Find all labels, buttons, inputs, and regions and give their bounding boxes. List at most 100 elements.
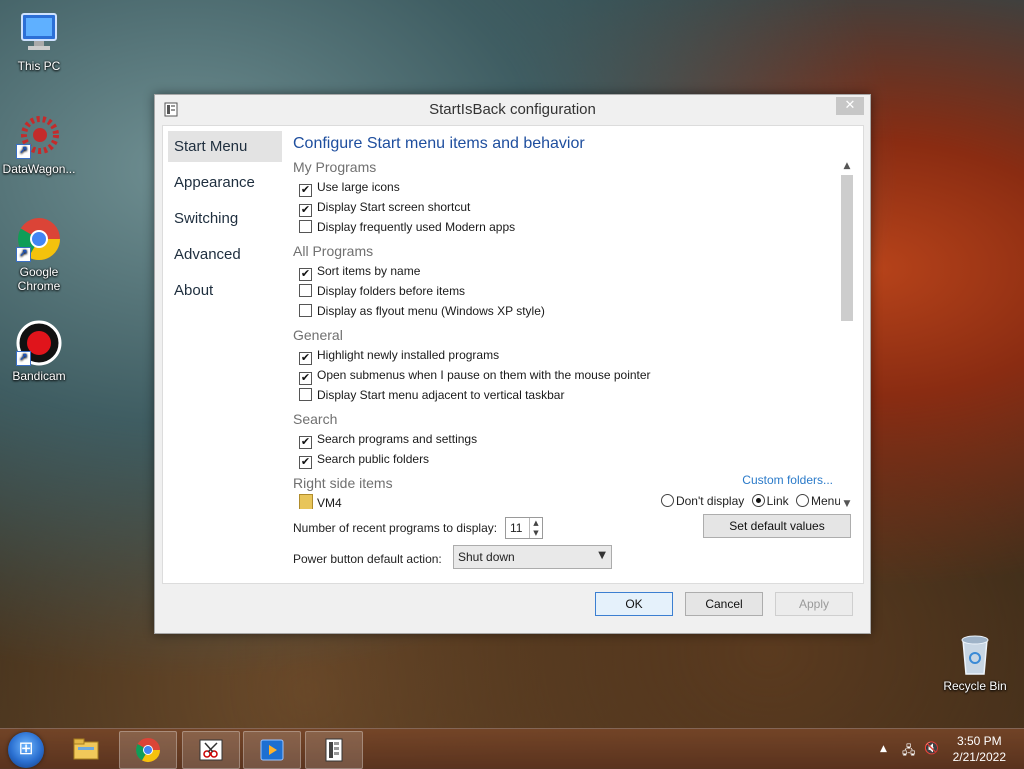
option-row[interactable]: Display frequently used Modern apps [293, 217, 853, 237]
nav-item-about[interactable]: About [168, 275, 282, 306]
option-label: Display folders before items [317, 284, 466, 298]
checkbox[interactable]: ✔ [299, 268, 312, 281]
section-title-search: Search [293, 411, 338, 427]
shortcut-arrow-icon: ↗ [16, 351, 31, 366]
folder-icon [73, 738, 99, 760]
page-heading: Configure Start menu items and behavior [293, 135, 585, 152]
radio-dont-display[interactable] [660, 494, 674, 507]
chrome-icon: ↗ [16, 216, 62, 262]
scroll-down-icon[interactable]: ▼ [840, 497, 854, 511]
nav-item-advanced[interactable]: Advanced [168, 239, 282, 270]
show-hidden-icons-icon[interactable]: ▲ [880, 744, 887, 754]
option-row[interactable]: ✔ Highlight newly installed programs [293, 345, 853, 365]
power-action-value: Shut down [458, 550, 515, 564]
scrollbar-thumb[interactable] [841, 175, 853, 321]
dialog-title: StartIsBack configuration [429, 101, 596, 118]
shortcut-arrow-icon: ↗ [16, 144, 31, 159]
set-default-values-button[interactable]: Set default values [703, 514, 851, 538]
taskbar-chrome[interactable] [119, 731, 177, 769]
option-label: Display frequently used Modern apps [317, 220, 516, 234]
media-player-icon [260, 739, 284, 761]
nav-item-switching[interactable]: Switching [168, 203, 282, 234]
checkbox[interactable]: ✔ [299, 184, 312, 197]
desktop-icon-bandicam[interactable]: ↗ Bandicam [1, 320, 77, 383]
checkbox[interactable] [299, 220, 312, 233]
option-row[interactable]: Display Start menu adjacent to vertical … [293, 385, 853, 405]
custom-folders-link[interactable]: Custom folders... [742, 473, 833, 487]
option-row[interactable]: ✔ Search programs and settings [293, 429, 853, 449]
scissors-icon [199, 739, 223, 761]
desktop-icon-datawagon[interactable]: ↗ DataWagon... [1, 113, 77, 176]
close-button[interactable]: ✕ [836, 97, 864, 115]
system-tray: ▲ 🖧 🔇 3:50 PM 2/21/2022 [864, 729, 1024, 769]
checkbox[interactable] [299, 388, 312, 401]
checkbox[interactable]: ✔ [299, 372, 312, 385]
bandicam-icon: ↗ [16, 320, 62, 366]
radio-label: Menu [810, 494, 841, 508]
stepper-arrows-icon[interactable]: ▲ ▼ [529, 518, 542, 538]
radio-label: Don't display [675, 494, 745, 508]
scroll-up-icon[interactable]: ▲ [840, 159, 854, 173]
option-row[interactable]: ✔ Use large icons [293, 177, 853, 197]
options-scrollbar[interactable]: ▲ ▼ [840, 159, 854, 511]
right-side-header-row: Right side items Custom folders... [293, 473, 853, 493]
option-row[interactable]: Display as flyout menu (Windows XP style… [293, 301, 853, 321]
option-row[interactable]: ✔ Search public folders [293, 449, 853, 469]
option-label: Use large icons [317, 180, 400, 194]
option-label: Sort items by name [317, 264, 421, 278]
options-scroll-area: My Programs ✔ Use large icons ✔ Display St… [293, 157, 853, 509]
option-row[interactable]: Display folders before items [293, 281, 853, 301]
recent-programs-stepper[interactable]: 11 ▲ ▼ [505, 517, 543, 539]
option-row[interactable]: ✔ Display Start screen shortcut [293, 197, 853, 217]
taskbar-media-player[interactable] [243, 731, 301, 769]
taskbar-snipping-tool[interactable] [182, 731, 240, 769]
ok-button[interactable]: OK [595, 592, 673, 616]
option-label: Search public folders [317, 452, 430, 466]
power-button-label: Power button default action: [293, 552, 442, 566]
nav-item-appearance[interactable]: Appearance [168, 167, 282, 198]
nav-item-start-menu[interactable]: Start Menu [168, 131, 282, 162]
chevron-down-icon: ▼ [598, 550, 606, 561]
desktop-icon-label: Bandicam [12, 369, 66, 383]
checkbox[interactable]: ✔ [299, 204, 312, 217]
power-action-select[interactable]: Shut down ▼ [453, 545, 612, 569]
network-icon[interactable]: 🖧 [902, 741, 915, 762]
recent-programs-label: Number of recent programs to display: [293, 521, 498, 535]
right-side-item-label: VM4 [317, 496, 342, 509]
option-row[interactable]: ✔ Sort items by name [293, 261, 853, 281]
option-label: Search programs and settings [317, 432, 478, 446]
checkbox[interactable]: ✔ [299, 456, 312, 469]
checkbox[interactable]: ✔ [299, 436, 312, 449]
app-icon [325, 738, 343, 762]
apply-button[interactable]: Apply [775, 592, 853, 616]
desktop-icon-this-pc[interactable]: This PC [1, 10, 77, 73]
recent-programs-value[interactable]: 11 [510, 521, 522, 535]
cancel-button[interactable]: Cancel [685, 592, 763, 616]
section-title-all-programs: All Programs [293, 243, 374, 259]
close-icon: ✕ [844, 98, 856, 113]
volume-muted-icon[interactable]: 🔇 [924, 741, 939, 755]
start-button[interactable] [8, 732, 44, 768]
checkbox[interactable] [299, 284, 312, 297]
radio-menu[interactable] [795, 494, 809, 507]
right-side-item-row[interactable]: VM4 Don't display Link Menu [293, 493, 853, 509]
clock[interactable]: 3:50 PM 2/21/2022 [953, 733, 1006, 765]
desktop-icon-recycle-bin[interactable]: Recycle Bin [937, 630, 1013, 693]
option-label: Display Start screen shortcut [317, 200, 471, 214]
dialog-titlebar[interactable]: StartIsBack configuration ✕ [155, 95, 870, 125]
config-dialog: StartIsBack configuration ✕ Start Menu A… [154, 94, 871, 634]
radio-link[interactable] [751, 494, 765, 507]
taskbar-startisback-config[interactable] [305, 731, 363, 769]
right-side-item: VM4 [293, 494, 342, 509]
recycle-bin-icon [952, 630, 998, 676]
datawagon-icon: ↗ [16, 113, 62, 159]
taskbar-file-explorer[interactable] [58, 731, 114, 767]
desktop-icon-google-chrome[interactable]: ↗ Google Chrome [1, 216, 77, 293]
section-title-general: General [293, 327, 343, 343]
checkbox[interactable]: ✔ [299, 352, 312, 365]
section-title-my-programs: My Programs [293, 159, 377, 175]
dialog-client-area: Start Menu Appearance Switching Advanced… [162, 125, 864, 584]
option-row[interactable]: ✔ Open submenus when I pause on them with… [293, 365, 853, 385]
chrome-icon [136, 738, 160, 763]
checkbox[interactable] [299, 304, 312, 317]
